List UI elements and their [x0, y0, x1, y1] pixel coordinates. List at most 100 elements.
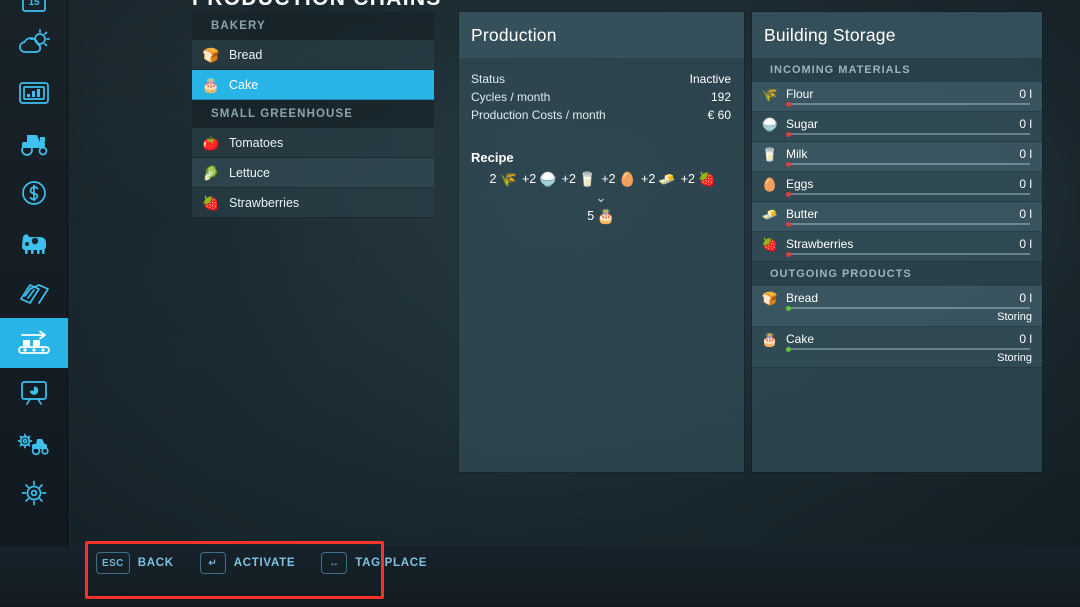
recipe-input-qty: +2	[522, 172, 536, 186]
storage-row-line: 🌾 Flour 0 l	[760, 82, 1032, 103]
recipe-input-qty: +2	[601, 172, 615, 186]
tractor-icon	[15, 128, 53, 158]
storage-row-name: Milk	[786, 147, 1019, 161]
storage-row-line: 🎂 Cake 0 l	[760, 327, 1032, 348]
sidebar-item-weather[interactable]	[0, 18, 68, 68]
chain-item-label: Strawberries	[229, 196, 299, 210]
storage-fill-bar	[786, 223, 1030, 225]
storage-row-name: Bread	[786, 291, 1019, 305]
storage-fill-bar	[786, 103, 1030, 105]
sidebar-item-statistics[interactable]	[0, 68, 68, 118]
sidebar-item-vehicles[interactable]	[0, 118, 68, 168]
sidebar-item-settings[interactable]	[0, 468, 68, 518]
chain-item-lettuce[interactable]: 🥬 Lettuce	[192, 158, 434, 188]
storage-row-name: Eggs	[786, 177, 1019, 191]
storage-row-eggs[interactable]: 🥚 Eggs 0 l	[752, 172, 1042, 202]
cake-icon: 🎂	[597, 209, 614, 223]
eggs-icon: 🥚	[619, 172, 636, 186]
storage-row-amount: 0 l	[1019, 291, 1032, 305]
level-indicator-dot	[786, 162, 791, 167]
storage-row-line: 🍞 Bread 0 l	[760, 286, 1032, 307]
cake-icon: 🎂	[200, 74, 222, 96]
production-conveyor-icon	[14, 327, 54, 359]
milk-icon: 🥛	[760, 145, 780, 163]
sidebar-item-contracts[interactable]	[0, 268, 68, 318]
cow-icon	[15, 229, 53, 257]
help-item-tag-place[interactable]: ↔ TAG PLACE	[321, 552, 427, 574]
help-item-label: ACTIVATE	[234, 557, 295, 569]
calendar-day-number: 15	[28, 0, 40, 8]
storage-row-line: 🥚 Eggs 0 l	[760, 172, 1032, 193]
storage-row-line: 🍚 Sugar 0 l	[760, 112, 1032, 133]
recipe-input-qty: 2	[490, 172, 497, 186]
storage-row-line: 🍓 Strawberries 0 l	[760, 232, 1032, 253]
recipe-output-qty: 5	[587, 209, 594, 223]
storage-row-cake[interactable]: 🎂 Cake 0 l Storing	[752, 327, 1042, 368]
storage-row-state: Storing	[760, 352, 1032, 364]
map-overview-icon	[18, 378, 50, 408]
sidebar-rail: 15	[0, 0, 68, 607]
recipe-inputs: 2 🌾 +2 🍚 +2 🥛 +2 🥚 +2 🧈 +2 🍓	[471, 172, 731, 186]
sugar-icon: 🍚	[760, 115, 780, 133]
storage-row-amount: 0 l	[1019, 332, 1032, 346]
sidebar-item-animals[interactable]	[0, 218, 68, 268]
statistics-icon	[17, 79, 51, 107]
production-stat-costs: Production Costs / month € 60	[471, 106, 731, 124]
production-panel: Production Status Inactive Cycles / mont…	[459, 12, 744, 472]
help-item-activate[interactable]: ↵ ACTIVATE	[200, 552, 295, 574]
chain-item-bread[interactable]: 🍞 Bread	[192, 40, 434, 70]
level-indicator-dot	[786, 252, 791, 257]
storage-row-line: 🥛 Milk 0 l	[760, 142, 1032, 163]
chain-item-label: Lettuce	[229, 166, 270, 180]
chain-group-header-bakery: BAKERY	[192, 12, 434, 40]
storage-row-name: Butter	[786, 207, 1019, 221]
stat-value: Inactive	[690, 72, 731, 86]
chevron-down-icon: ⌄	[471, 190, 731, 206]
chain-item-cake[interactable]: 🎂 Cake	[192, 70, 434, 100]
dollar-icon	[18, 177, 50, 209]
storage-row-name: Cake	[786, 332, 1019, 346]
stat-label: Status	[471, 72, 505, 86]
storage-row-amount: 0 l	[1019, 207, 1032, 221]
storage-row-line: 🧈 Butter 0 l	[760, 202, 1032, 223]
lettuce-icon: 🥬	[200, 162, 222, 184]
game-hud-screen: 15	[0, 0, 1080, 607]
enter-key-icon: ↵	[200, 552, 226, 574]
help-item-back[interactable]: ESC BACK	[96, 552, 174, 574]
storage-row-milk[interactable]: 🥛 Milk 0 l	[752, 142, 1042, 172]
left-right-arrow-key-icon: ↔	[321, 552, 347, 574]
storage-panel-title: Building Storage	[752, 12, 1042, 58]
vehicle-config-icon	[14, 428, 54, 458]
stat-label: Production Costs / month	[471, 108, 606, 122]
sidebar-item-map-overview[interactable]	[0, 368, 68, 418]
production-panel-body: Status Inactive Cycles / month 192 Produ…	[459, 58, 744, 223]
storage-fill-bar	[786, 133, 1030, 135]
storage-row-amount: 0 l	[1019, 237, 1032, 251]
tomato-icon: 🍅	[200, 132, 222, 154]
storage-row-butter[interactable]: 🧈 Butter 0 l	[752, 202, 1042, 232]
sidebar-item-finances[interactable]	[0, 168, 68, 218]
production-panel-title: Production	[459, 12, 744, 58]
milk-icon: 🥛	[579, 172, 596, 186]
sidebar-item-vehicle-config[interactable]	[0, 418, 68, 468]
level-indicator-dot	[786, 222, 791, 227]
storage-fill-bar	[786, 193, 1030, 195]
chain-item-tomatoes[interactable]: 🍅 Tomatoes	[192, 128, 434, 158]
sidebar-item-production[interactable]	[0, 318, 68, 368]
level-indicator-dot	[786, 306, 791, 311]
storage-row-name: Strawberries	[786, 237, 1019, 251]
storage-row-strawberries[interactable]: 🍓 Strawberries 0 l	[752, 232, 1042, 262]
sidebar-item-calendar[interactable]: 15	[0, 0, 68, 18]
strawberry-icon: 🍓	[200, 192, 222, 214]
storage-row-flour[interactable]: 🌾 Flour 0 l	[752, 82, 1042, 112]
production-chain-list: BAKERY 🍞 Bread 🎂 Cake SMALL GREENHOUSE 🍅…	[192, 12, 434, 218]
contracts-icon	[17, 278, 51, 308]
storage-row-sugar[interactable]: 🍚 Sugar 0 l	[752, 112, 1042, 142]
storage-row-amount: 0 l	[1019, 147, 1032, 161]
storage-fill-bar	[786, 307, 1030, 309]
storage-row-bread[interactable]: 🍞 Bread 0 l Storing	[752, 286, 1042, 327]
storage-row-amount: 0 l	[1019, 177, 1032, 191]
chain-item-strawberries[interactable]: 🍓 Strawberries	[192, 188, 434, 218]
recipe-output: 5 🎂	[471, 209, 731, 223]
storage-fill-bar	[786, 253, 1030, 255]
